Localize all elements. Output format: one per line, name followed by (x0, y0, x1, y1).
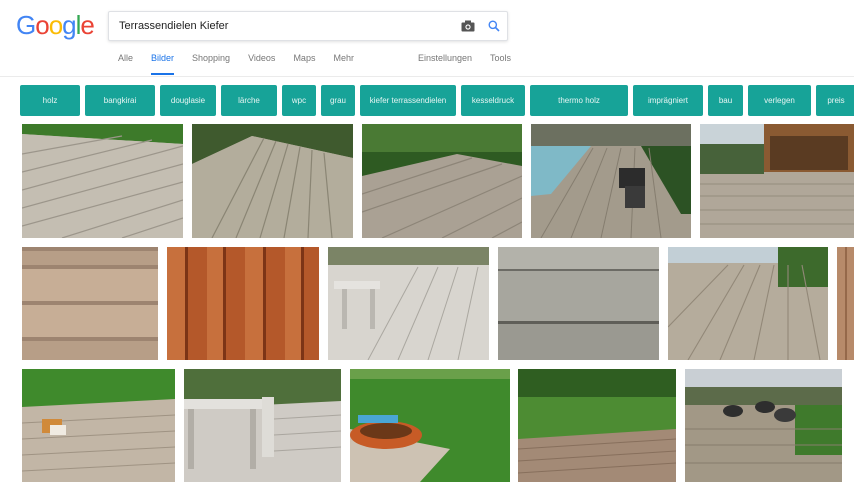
search-icon[interactable] (481, 12, 507, 40)
logo-letter: G (16, 10, 36, 40)
chip[interactable]: wpc (282, 85, 316, 116)
google-logo[interactable]: Google (16, 10, 95, 41)
image-result[interactable] (498, 247, 659, 360)
image-result[interactable] (167, 247, 319, 360)
camera-icon[interactable] (455, 12, 481, 40)
chip[interactable]: imprägniert (633, 85, 703, 116)
logo-letter: e (80, 10, 95, 40)
search-box (108, 11, 508, 41)
search-tabs: Alle Bilder Shopping Videos Maps Mehr Ei… (118, 53, 529, 75)
chip[interactable]: douglasie (160, 85, 216, 116)
image-result[interactable] (531, 124, 691, 238)
tab-all[interactable]: Alle (118, 53, 133, 75)
search-input[interactable] (109, 12, 455, 40)
tab-settings[interactable]: Einstellungen (418, 53, 472, 75)
tab-tools[interactable]: Tools (490, 53, 511, 75)
tabs-divider (0, 76, 854, 77)
image-result[interactable] (685, 369, 842, 482)
image-result[interactable] (22, 247, 158, 360)
logo-letter: o (35, 10, 50, 40)
chip[interactable]: thermo holz (530, 85, 628, 116)
related-search-chips: holz bangkirai douglasie lärche wpc grau… (20, 85, 854, 116)
logo-letter: o (48, 10, 64, 40)
image-result[interactable] (362, 124, 522, 238)
image-result[interactable] (22, 369, 175, 482)
image-result[interactable] (22, 124, 183, 238)
chip[interactable]: preis (816, 85, 854, 116)
chip[interactable]: kiefer terrassendielen (360, 85, 456, 116)
image-result[interactable] (668, 247, 828, 360)
chip[interactable]: bau (708, 85, 743, 116)
tab-videos[interactable]: Videos (248, 53, 275, 75)
chip[interactable]: holz (20, 85, 80, 116)
chip[interactable]: verlegen (748, 85, 811, 116)
image-result[interactable] (328, 247, 489, 360)
image-result[interactable] (350, 369, 510, 482)
tab-images[interactable]: Bilder (151, 53, 175, 75)
tab-more[interactable]: Mehr (333, 53, 354, 75)
chip[interactable]: grau (321, 85, 355, 116)
image-result[interactable] (184, 369, 341, 482)
tab-maps[interactable]: Maps (293, 53, 315, 75)
chip[interactable]: bangkirai (85, 85, 155, 116)
chip[interactable]: kesseldruck (461, 85, 525, 116)
image-result[interactable] (192, 124, 353, 238)
chip[interactable]: lärche (221, 85, 277, 116)
image-result[interactable] (837, 247, 854, 360)
tab-shopping[interactable]: Shopping (192, 53, 230, 75)
image-result[interactable] (518, 369, 676, 482)
logo-letter: g (62, 10, 77, 40)
tab-spacer (372, 53, 418, 75)
image-result[interactable] (700, 124, 854, 238)
